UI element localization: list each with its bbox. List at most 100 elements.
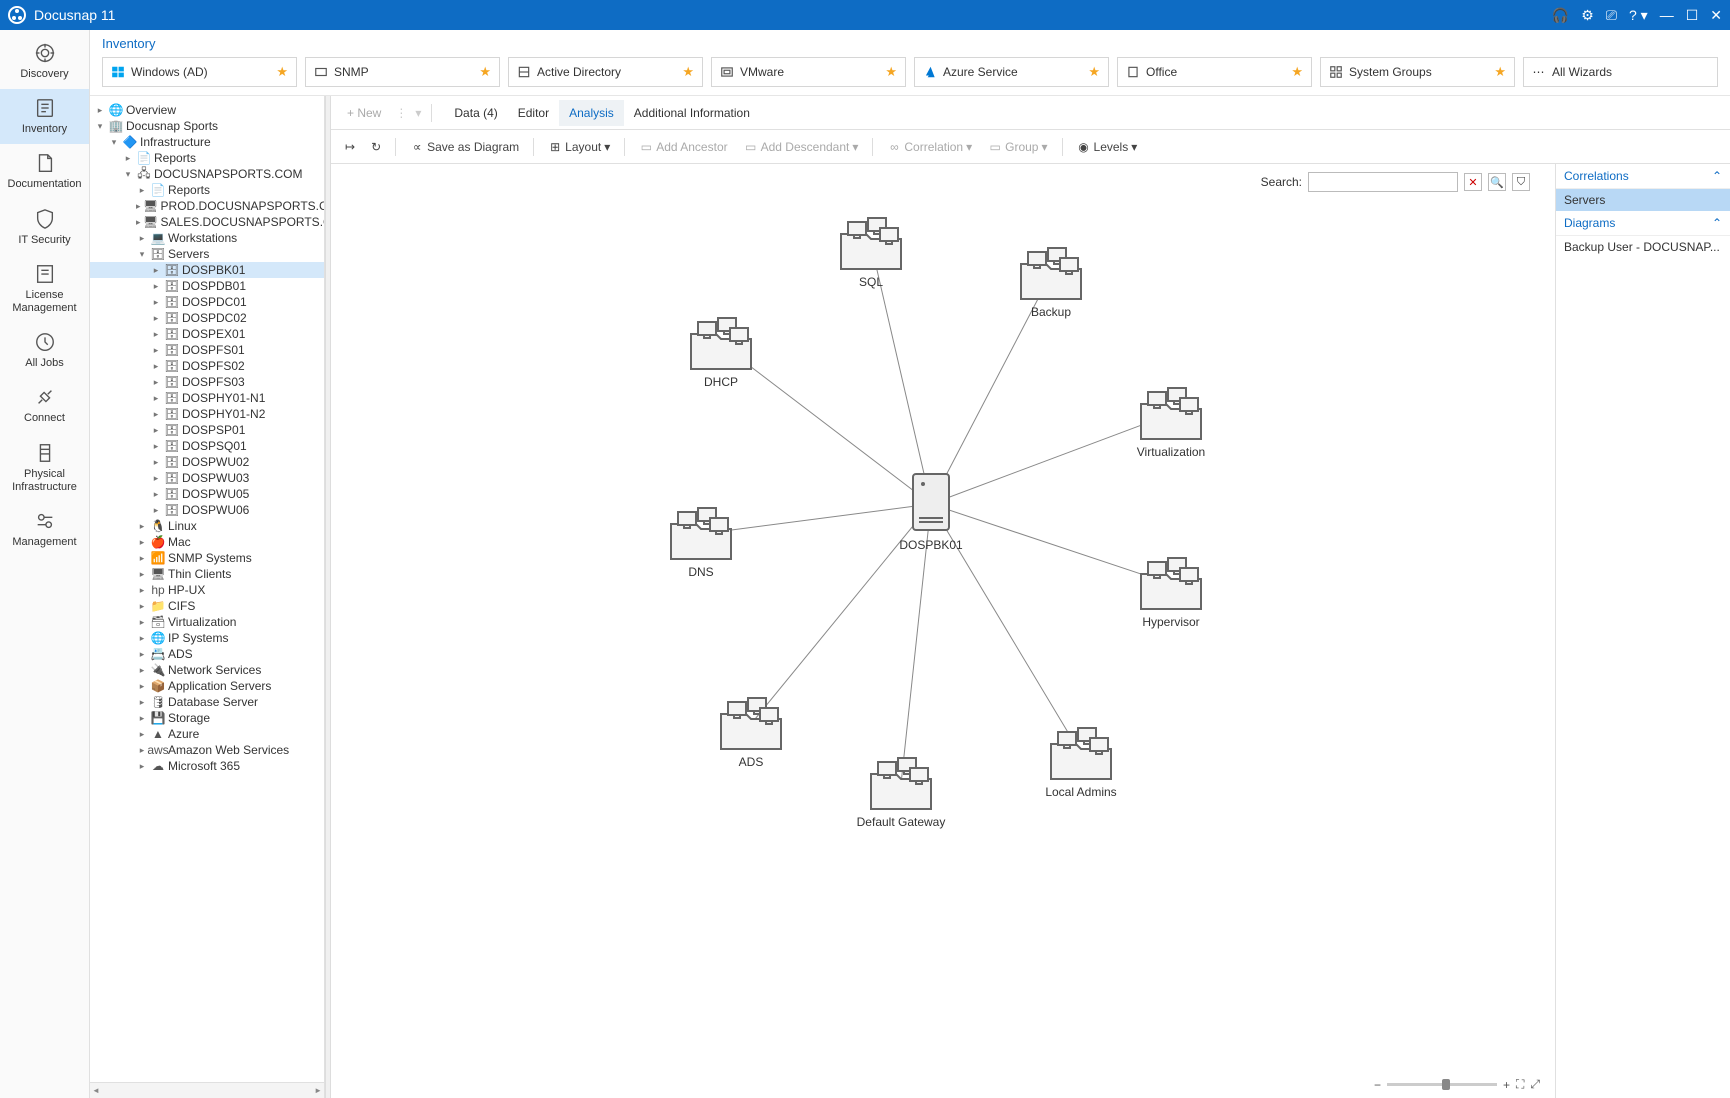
levels-button[interactable]: ◉Levels ▾ <box>1071 136 1144 158</box>
filter-icon[interactable]: ⛉ <box>1512 173 1530 191</box>
expand-arrow-icon[interactable]: ▸ <box>136 569 148 580</box>
expand-arrow-icon[interactable]: ▾ <box>108 137 120 148</box>
tree-item-linux[interactable]: ▸🐧Linux <box>90 518 324 534</box>
expand-arrow-icon[interactable]: ▾ <box>122 169 134 180</box>
wizard-all-wizards[interactable]: ⋯All Wizards <box>1523 57 1718 87</box>
expand-arrow-icon[interactable]: ▸ <box>150 377 162 388</box>
wizard-azure-service[interactable]: Azure Service★ <box>914 57 1109 87</box>
correlation-servers[interactable]: Servers <box>1556 189 1730 211</box>
diagram-node-virtualization[interactable] <box>1141 388 1201 439</box>
diagram-center-node[interactable] <box>913 474 949 530</box>
wizard-windows-ad-[interactable]: Windows (AD)★ <box>102 57 297 87</box>
tree-item-dospfs03[interactable]: ▸🗄DOSPFS03 <box>90 374 324 390</box>
save-diagram-button[interactable]: ∝Save as Diagram <box>404 136 525 158</box>
expand-arrow-icon[interactable]: ▸ <box>136 681 148 692</box>
expand-arrow-icon[interactable]: ▸ <box>150 409 162 420</box>
diagram-node-ads[interactable] <box>721 698 781 749</box>
tree-item-dospbk01[interactable]: ▸🗄DOSPBK01 <box>90 262 324 278</box>
expand-arrow-icon[interactable]: ▸ <box>136 537 148 548</box>
expand-arrow-icon[interactable]: ▸ <box>150 489 162 500</box>
expand-arrow-icon[interactable]: ▸ <box>136 745 148 756</box>
tree-item-azure[interactable]: ▸▲Azure <box>90 726 324 742</box>
expand-arrow-icon[interactable]: ▸ <box>150 441 162 452</box>
maximize-icon[interactable]: ☐ <box>1686 7 1699 24</box>
tree-item-docusnap-sports[interactable]: ▾🏢Docusnap Sports <box>90 118 324 134</box>
gear-icon[interactable]: ⚙ <box>1581 7 1594 24</box>
nav-license[interactable]: License Management <box>0 255 89 323</box>
clear-search-icon[interactable]: ✕ <box>1464 173 1482 191</box>
tree-item-microsoft-365[interactable]: ▸☁Microsoft 365 <box>90 758 324 774</box>
tree-item-ads[interactable]: ▸📇ADS <box>90 646 324 662</box>
tree-item-prod-docusnapsports-co[interactable]: ▸🖥PROD.DOCUSNAPSPORTS.CO <box>90 198 324 214</box>
tree-item-application-servers[interactable]: ▸📦Application Servers <box>90 678 324 694</box>
expand-arrow-icon[interactable]: ▸ <box>150 457 162 468</box>
tree-item-virtualization[interactable]: ▸🗃Virtualization <box>90 614 324 630</box>
expand-arrow-icon[interactable]: ▸ <box>136 697 148 708</box>
expand-icon[interactable]: ⤢ <box>1530 1077 1540 1092</box>
nav-management[interactable]: Management <box>0 502 89 557</box>
expand-arrow-icon[interactable]: ▸ <box>150 297 162 308</box>
tree-item-dospsq01[interactable]: ▸🗄DOSPSQ01 <box>90 438 324 454</box>
diagram-node-sql[interactable] <box>841 218 901 269</box>
tree-item-cifs[interactable]: ▸📁CIFS <box>90 598 324 614</box>
search-icon[interactable]: 🔍 <box>1488 173 1506 191</box>
tree-item-infrastructure[interactable]: ▾🔷Infrastructure <box>90 134 324 150</box>
expand-arrow-icon[interactable]: ▸ <box>150 345 162 356</box>
expand-arrow-icon[interactable]: ▸ <box>136 601 148 612</box>
wizard-active-directory[interactable]: Active Directory★ <box>508 57 703 87</box>
expand-arrow-icon[interactable]: ▸ <box>136 217 141 228</box>
diagram-node-local-admins[interactable] <box>1051 728 1111 779</box>
tree-item-ip-systems[interactable]: ▸🌐IP Systems <box>90 630 324 646</box>
tree-item-amazon-web-services[interactable]: ▸awsAmazon Web Services <box>90 742 324 758</box>
zoom-out-icon[interactable]: − <box>1374 1078 1381 1092</box>
diagram-backup-user[interactable]: Backup User - DOCUSNAP... <box>1556 236 1730 258</box>
tree-item-dospwu06[interactable]: ▸🗄DOSPWU06 <box>90 502 324 518</box>
tree-item-dospfs02[interactable]: ▸🗄DOSPFS02 <box>90 358 324 374</box>
correlation-button[interactable]: ∞Correlation ▾ <box>881 136 978 158</box>
tree-item-dospwu02[interactable]: ▸🗄DOSPWU02 <box>90 454 324 470</box>
nav-itsecurity[interactable]: IT Security <box>0 200 89 255</box>
tree-item-dospdb01[interactable]: ▸🗄DOSPDB01 <box>90 278 324 294</box>
expand-arrow-icon[interactable]: ▸ <box>136 617 148 628</box>
expand-arrow-icon[interactable]: ▸ <box>150 265 162 276</box>
expand-arrow-icon[interactable]: ▸ <box>136 713 148 724</box>
layout-button[interactable]: ⊞Layout ▾ <box>542 136 616 158</box>
diagram-node-dns[interactable] <box>671 508 731 559</box>
expand-arrow-icon[interactable]: ▸ <box>136 521 148 532</box>
zoom-control[interactable]: − + ⛶ ⤢ <box>1374 1077 1540 1092</box>
nav-alljobs[interactable]: All Jobs <box>0 323 89 378</box>
wizard-vmware[interactable]: VMware★ <box>711 57 906 87</box>
diagram-node-default-gateway[interactable] <box>871 758 931 809</box>
zoom-slider[interactable] <box>1387 1083 1497 1086</box>
correlation-diagram[interactable]: DOSPBK01SQLBackupDHCPVirtualizationDNSHy… <box>331 164 1730 1098</box>
nav-physical[interactable]: Physical Infrastructure <box>0 434 89 502</box>
tree-item-reports[interactable]: ▸📄Reports <box>90 150 324 166</box>
expand-arrow-icon[interactable]: ▾ <box>136 249 148 260</box>
expand-arrow-icon[interactable]: ▸ <box>136 633 148 644</box>
nav-origin-button[interactable]: ↦ <box>339 136 361 158</box>
expand-arrow-icon[interactable]: ▸ <box>150 329 162 340</box>
expand-arrow-icon[interactable]: ▸ <box>122 153 134 164</box>
tab-analysis[interactable]: Analysis <box>559 100 624 126</box>
expand-arrow-icon[interactable]: ▸ <box>136 233 148 244</box>
expand-arrow-icon[interactable]: ▸ <box>94 105 106 116</box>
search-input[interactable] <box>1308 172 1458 192</box>
tab-additional-information[interactable]: Additional Information <box>624 100 760 126</box>
expand-arrow-icon[interactable]: ▸ <box>136 761 148 772</box>
tree-item-dospfs01[interactable]: ▸🗄DOSPFS01 <box>90 342 324 358</box>
zoom-in-icon[interactable]: + <box>1503 1078 1510 1092</box>
tree-item-thin-clients[interactable]: ▸🖥Thin Clients <box>90 566 324 582</box>
expand-arrow-icon[interactable]: ▸ <box>150 425 162 436</box>
expand-arrow-icon[interactable]: ▸ <box>136 729 148 740</box>
tree-item-dospwu03[interactable]: ▸🗄DOSPWU03 <box>90 470 324 486</box>
expand-arrow-icon[interactable]: ▸ <box>136 585 148 596</box>
tree-item-dospdc01[interactable]: ▸🗄DOSPDC01 <box>90 294 324 310</box>
expand-arrow-icon[interactable]: ▸ <box>136 665 148 676</box>
expand-arrow-icon[interactable]: ▸ <box>136 553 148 564</box>
tree-item-overview[interactable]: ▸🌐Overview <box>90 102 324 118</box>
expand-arrow-icon[interactable]: ▾ <box>94 121 106 132</box>
add-ancestor-button[interactable]: ▭Add Ancestor <box>633 136 733 158</box>
tab-editor[interactable]: Editor <box>508 100 559 126</box>
expand-arrow-icon[interactable]: ▸ <box>136 185 148 196</box>
new-button[interactable]: + New <box>339 102 389 124</box>
